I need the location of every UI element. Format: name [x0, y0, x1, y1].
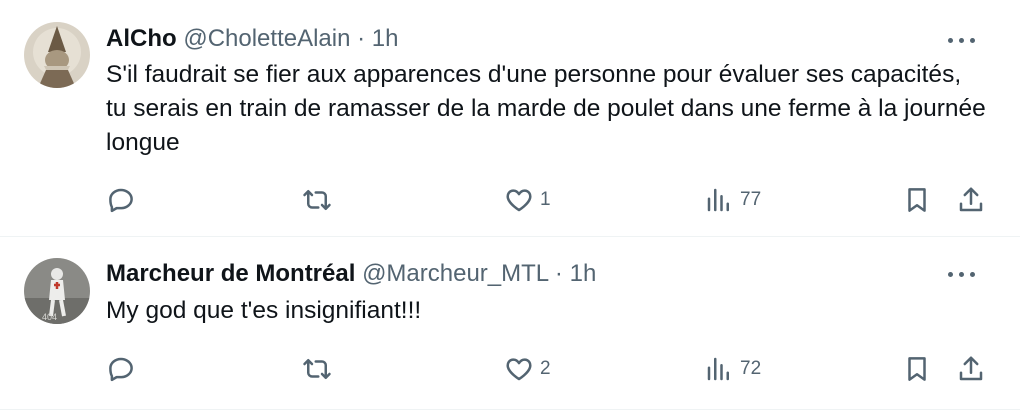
display-name[interactable]: AlCho: [106, 25, 177, 52]
heart-icon: [506, 189, 532, 212]
tweet-header: AlCho @CholetteAlain · 1h: [106, 24, 399, 54]
avatar-image: [24, 22, 90, 88]
heart-icon: [506, 358, 532, 381]
retweet-button[interactable]: [302, 180, 338, 220]
handle[interactable]: @CholetteAlain: [183, 25, 350, 52]
timestamp[interactable]: 1h: [570, 260, 597, 287]
action-bar: 2 72: [106, 349, 986, 389]
like-count: 2: [540, 358, 551, 379]
reply-button[interactable]: [106, 349, 142, 389]
tweet-header: Marcheur de Montréal @Marcheur_MTL · 1h: [106, 259, 596, 289]
views-button[interactable]: 77: [704, 180, 761, 220]
views-button[interactable]: 72: [704, 349, 761, 389]
avatar-image: 404: [24, 258, 90, 324]
share-button[interactable]: [956, 349, 986, 389]
bookmark-button[interactable]: [902, 180, 932, 220]
more-icon[interactable]: [948, 264, 976, 284]
separator-dot: ·: [357, 25, 366, 52]
like-button[interactable]: 1: [504, 180, 551, 220]
view-count: 72: [740, 358, 762, 379]
avatar[interactable]: [24, 22, 90, 88]
views-icon: [707, 357, 729, 381]
tweet-text: My god que t'es insignifiant!!!: [106, 297, 422, 324]
bookmark-icon: [908, 188, 926, 212]
bookmark-button[interactable]: [902, 349, 932, 389]
reply-icon: [109, 188, 133, 213]
views-icon: [707, 188, 729, 212]
reply-icon: [109, 357, 133, 382]
like-button[interactable]: 2: [504, 349, 551, 389]
more-icon[interactable]: [948, 30, 976, 50]
action-bar: 1 77: [106, 180, 986, 220]
avatar[interactable]: 404: [24, 258, 90, 324]
separator-dot: ·: [554, 260, 563, 287]
retweet-icon: [303, 190, 331, 210]
retweet-button[interactable]: [302, 349, 338, 389]
reply-button[interactable]: [106, 180, 142, 220]
tweet-text: S'il faudrait se fier aux apparences d'u…: [106, 61, 986, 156]
share-icon: [959, 356, 983, 381]
svg-text:404: 404: [42, 312, 57, 322]
view-count: 77: [740, 189, 762, 210]
share-icon: [959, 187, 983, 212]
like-count: 1: [540, 189, 551, 210]
tweet[interactable]: 404 Marcheur de Montréal @Marcheur_MTL ·…: [0, 238, 1020, 410]
timestamp[interactable]: 1h: [372, 25, 399, 52]
retweet-icon: [303, 359, 331, 379]
bookmark-icon: [908, 357, 926, 381]
handle[interactable]: @Marcheur_MTL: [362, 260, 548, 287]
share-button[interactable]: [956, 180, 986, 220]
tweet[interactable]: AlCho @CholetteAlain · 1h S'il faudrait …: [0, 0, 1020, 237]
display-name[interactable]: Marcheur de Montréal: [106, 260, 355, 287]
